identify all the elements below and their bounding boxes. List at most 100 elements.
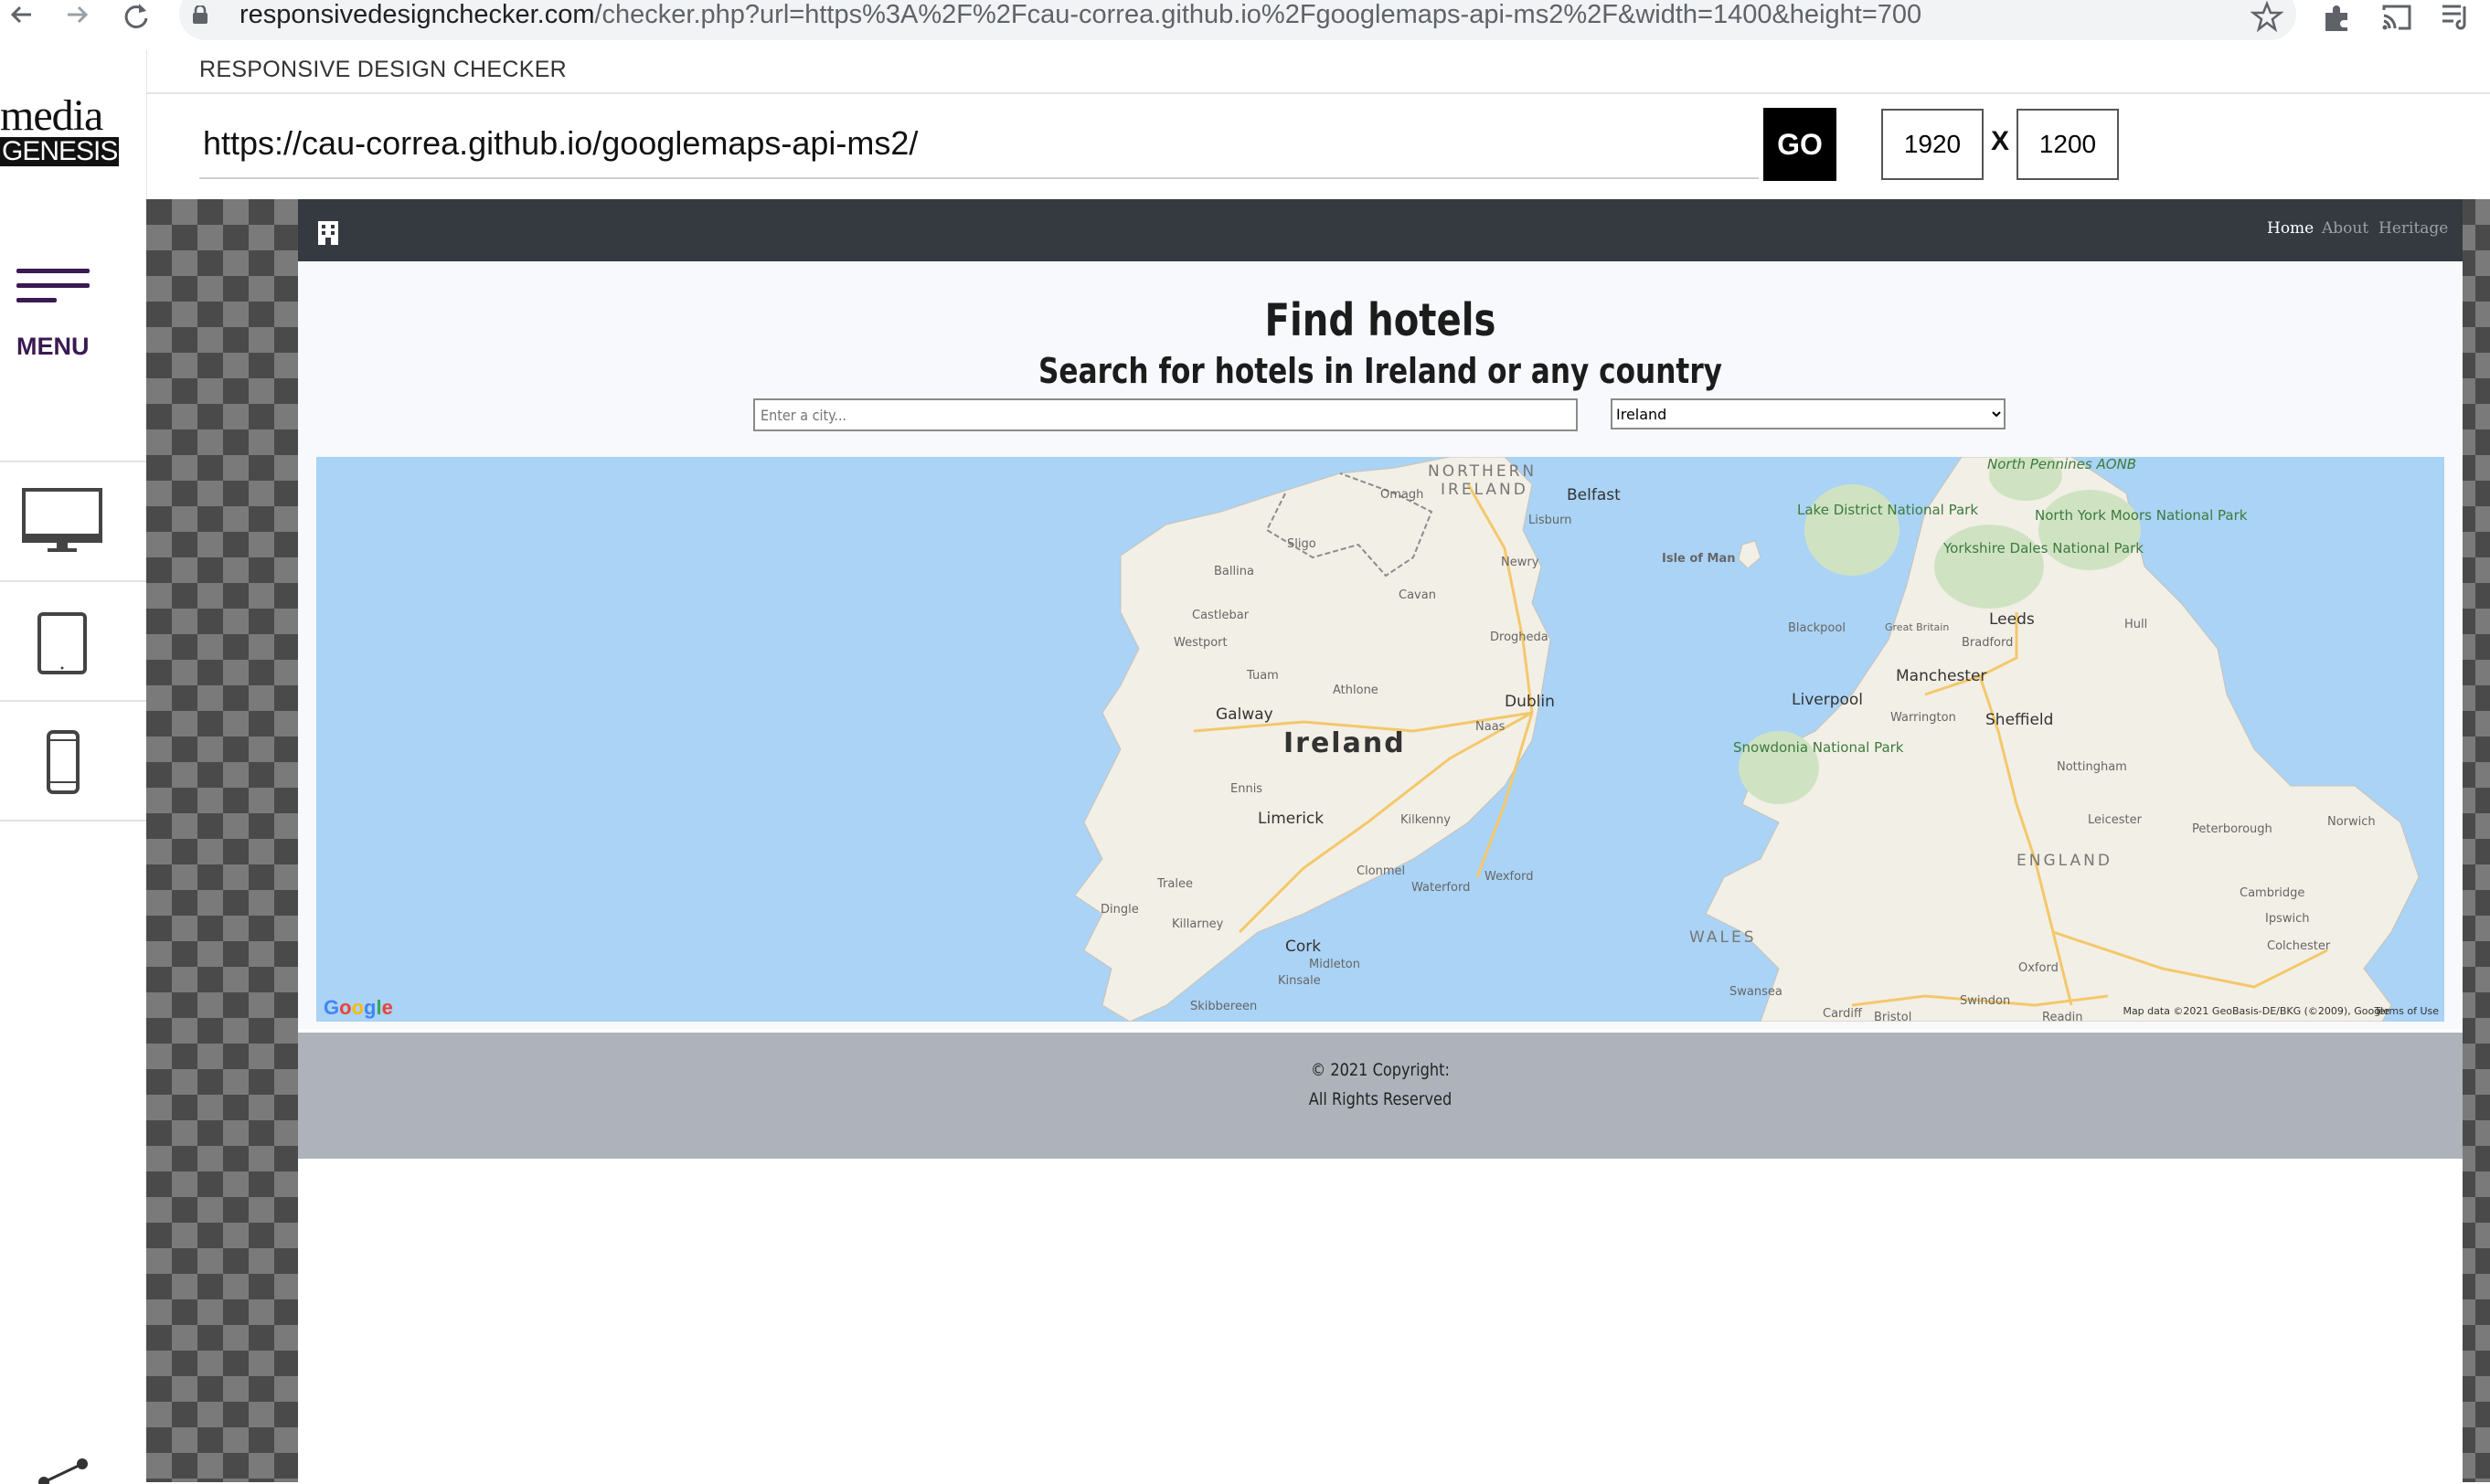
footer-copyright: © 2021 Copyright:	[1311, 1060, 1450, 1080]
map-label-ireland: Ireland	[1283, 727, 1406, 759]
map-label-ipswich: Ipswich	[2265, 912, 2310, 926]
map-label-cavan: Cavan	[1399, 588, 1436, 602]
map-label-kilkenny: Kilkenny	[1400, 813, 1451, 827]
map-label-wales: WALES	[1689, 928, 1757, 947]
share-icon[interactable]	[35, 1457, 90, 1484]
site-preview-frame: Home About Heritage Find hotels Search f…	[298, 199, 2463, 1482]
map-label-peterborough: Peterborough	[2192, 822, 2272, 836]
city-search-input[interactable]	[753, 398, 1578, 431]
reading-list-icon[interactable]	[2439, 0, 2472, 35]
site-footer: © 2021 Copyright: All Rights Reserved	[298, 1033, 2463, 1159]
map-label-isle-of-man: Isle of Man	[1662, 552, 1736, 566]
map-label-newry: Newry	[1501, 556, 1539, 569]
map-label-naas: Naas	[1475, 720, 1506, 734]
lake-district-park	[1804, 484, 1899, 576]
footer-rights: All Rights Reserved	[1308, 1089, 1452, 1109]
map-label-snowdonia: Snowdonia National Park	[1733, 739, 1904, 756]
map-label-great-britain: Great Britain	[1885, 621, 1950, 633]
map-label-liverpool: Liverpool	[1792, 691, 1864, 709]
sidebar-divider	[0, 820, 146, 822]
map-label-omagh: Omagh	[1380, 488, 1424, 502]
nav-home-link[interactable]: Home	[2267, 219, 2314, 238]
site-url-input[interactable]	[199, 110, 1759, 179]
map-label-northern-ireland: IRELAND	[1441, 481, 1528, 499]
desktop-view-button[interactable]	[0, 461, 146, 582]
map-label-england: ENGLAND	[2016, 852, 2112, 870]
map-label-midleton: Midleton	[1309, 958, 1360, 971]
map-terms-link[interactable]: Terms of Use	[2374, 1005, 2439, 1017]
map-label-dublin: Dublin	[1505, 693, 1555, 711]
width-input[interactable]	[1881, 109, 1984, 180]
menu-label: MENU	[16, 333, 90, 360]
map-label-bristol: Bristol	[1874, 1011, 1912, 1022]
map-label-ballina: Ballina	[1214, 565, 1254, 578]
left-sidebar: MENU	[0, 49, 147, 1484]
map-label-blackpool: Blackpool	[1788, 621, 1846, 635]
map-label-norwich: Norwich	[2327, 815, 2376, 829]
map-label-dingle: Dingle	[1101, 903, 1139, 917]
map-label-clonmel: Clonmel	[1357, 864, 1406, 878]
nav-about-link[interactable]: About	[2322, 219, 2368, 238]
media-genesis-logo[interactable]: media GENESIS	[0, 94, 120, 166]
map-label-limerick: Limerick	[1258, 810, 1325, 828]
hamburger-line	[16, 283, 90, 288]
north-york-moors-park	[2038, 490, 2141, 570]
map-label-galway: Galway	[1216, 705, 1273, 724]
bookmark-star-icon[interactable]	[2251, 0, 2283, 35]
map-label-skibbereen: Skibbereen	[1190, 1000, 1258, 1013]
map-label-waterford: Waterford	[1411, 881, 1471, 895]
map-label-warrington: Warrington	[1890, 711, 1956, 725]
go-button[interactable]: GO	[1763, 108, 1836, 181]
mobile-phone-icon	[47, 730, 80, 794]
map-label-lake-district: Lake District National Park	[1797, 502, 1979, 518]
map-label-tuam: Tuam	[1247, 669, 1279, 683]
back-arrow-icon[interactable]	[4, 0, 40, 37]
map-label-ennis: Ennis	[1230, 782, 1263, 796]
reload-icon[interactable]	[119, 0, 155, 37]
map-label-oxford: Oxford	[2018, 961, 2059, 975]
country-select[interactable]: Ireland	[1611, 398, 2006, 429]
forward-arrow-icon[interactable]	[60, 0, 97, 37]
map-label-north-york-moors: North York Moors National Park	[2035, 507, 2248, 524]
map-label-drogheda: Drogheda	[1490, 631, 1548, 644]
map-label-hull: Hull	[2124, 618, 2148, 631]
tablet-icon	[37, 612, 87, 674]
map-label-tralee: Tralee	[1157, 877, 1193, 891]
page-subtitle: Search for hotels in Ireland or any coun…	[1038, 351, 1723, 391]
map-label-cambridge: Cambridge	[2240, 886, 2305, 900]
google-logo: Google	[324, 996, 393, 1019]
map-label-swansea: Swansea	[1729, 985, 1782, 999]
map-label-north-pennines: North Pennines AONB	[1987, 457, 2137, 472]
map-label-lisburn: Lisburn	[1528, 514, 1572, 527]
isle-of-man	[1738, 540, 1761, 569]
map-label-kinsale: Kinsale	[1278, 974, 1321, 988]
tablet-view-button[interactable]	[0, 580, 146, 702]
mobile-view-button[interactable]	[0, 700, 146, 822]
address-url[interactable]: responsivedesignchecker.com/checker.php?…	[239, 0, 1921, 30]
map-label-killarney: Killarney	[1172, 917, 1224, 931]
yorkshire-dales-park	[1934, 525, 2044, 609]
browser-toolbar: responsivedesignchecker.com/checker.php?…	[0, 0, 2490, 49]
hotel-building-icon[interactable]	[316, 221, 340, 245]
page-title: Find hotels	[1264, 294, 1496, 346]
desktop-monitor-icon	[22, 488, 102, 552]
height-input[interactable]	[2016, 109, 2119, 180]
map-label-northern-ireland: NORTHERN	[1428, 462, 1538, 481]
map-label-castlebar: Castlebar	[1192, 609, 1250, 622]
map-label-cardiff: Cardiff	[1823, 1007, 1862, 1021]
map-label-colchester: Colchester	[2267, 939, 2331, 953]
dimension-separator: X	[1991, 126, 2010, 156]
cast-icon[interactable]	[2380, 0, 2413, 35]
site-navbar: Home About Heritage	[298, 199, 2463, 261]
map-label-bradford: Bradford	[1962, 636, 2014, 650]
menu-button[interactable]: MENU	[15, 269, 97, 406]
extensions-puzzle-icon[interactable]	[2322, 0, 2353, 35]
map-label-manchester: Manchester	[1896, 667, 1987, 685]
map-label-sheffield: Sheffield	[1985, 711, 2054, 729]
nav-heritage-link[interactable]: Heritage	[2378, 219, 2448, 238]
map-label-reading: Readin	[2042, 1011, 2083, 1022]
checker-title: RESPONSIVE DESIGN CHECKER	[199, 57, 568, 82]
map-label-westport: Westport	[1174, 636, 1228, 650]
map-label-yorkshire-dales: Yorkshire Dales National Park	[1943, 540, 2144, 556]
google-map[interactable]: Ireland NORTHERN IRELAND Belfast Dublin …	[316, 457, 2444, 1022]
